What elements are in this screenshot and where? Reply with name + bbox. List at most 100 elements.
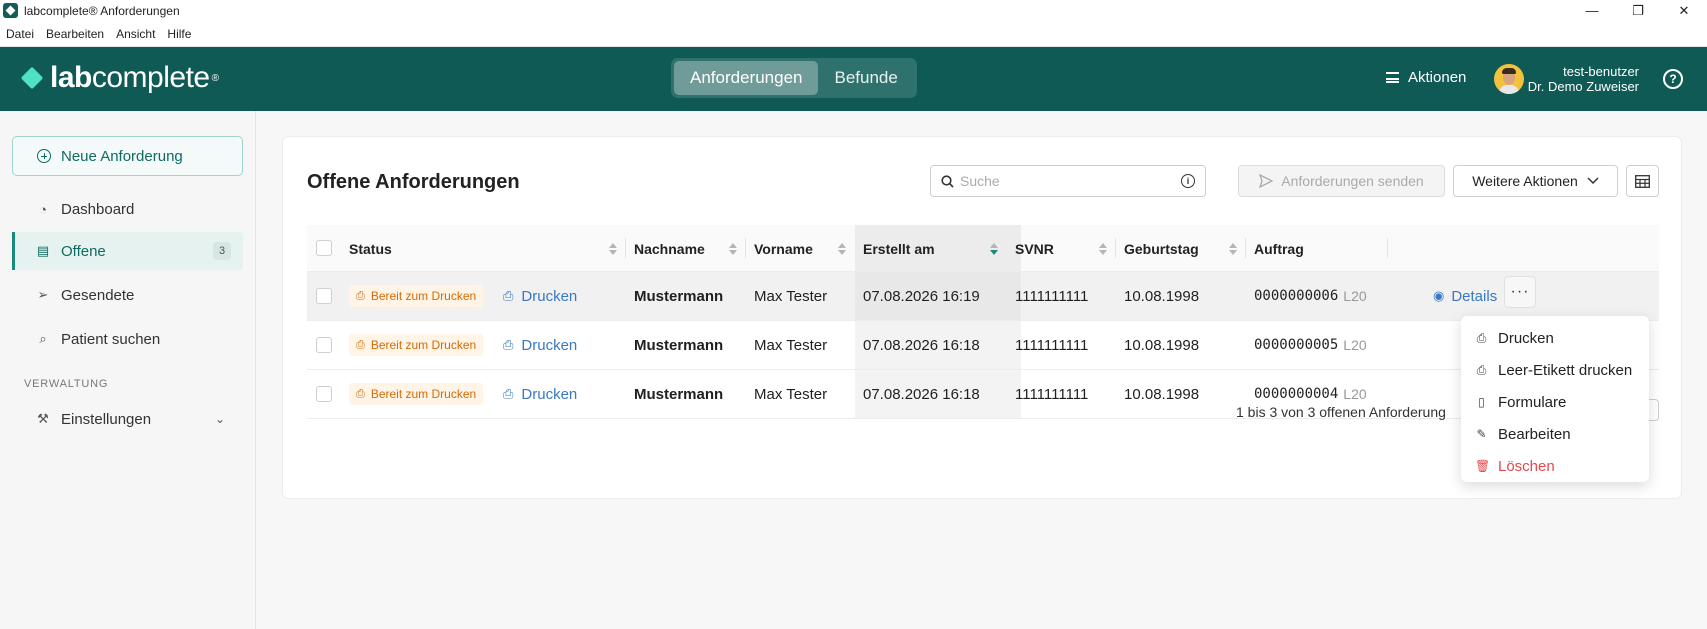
avatar[interactable] <box>1494 64 1524 94</box>
menu-bearbeiten[interactable]: Bearbeiten <box>40 27 110 41</box>
menu-hilfe[interactable]: Hilfe <box>161 27 197 41</box>
cell-svnr: 1111111111 <box>1015 336 1089 354</box>
menu-datei[interactable]: Datei <box>0 27 40 41</box>
sidebar-item-label: Patient suchen <box>61 330 161 348</box>
trash-icon: 🗑 <box>1475 459 1491 473</box>
column-status[interactable]: Status <box>349 225 392 272</box>
cell-nachname: Mustermann <box>634 287 724 305</box>
print-link[interactable]: ⎙ Drucken <box>503 386 577 403</box>
sort-icon[interactable] <box>1099 243 1107 255</box>
table-header: Status Nachname Vorname Erstellt am SVNR… <box>307 225 1659 272</box>
send-requests-button[interactable]: Anforderungen senden <box>1238 165 1445 197</box>
select-all-checkbox[interactable] <box>316 240 332 256</box>
cell-erstellt: 07.08.2026 16:18 <box>863 336 980 354</box>
printer-icon: ⎙ <box>503 337 514 352</box>
app-icon <box>3 3 18 18</box>
close-button[interactable]: ✕ <box>1661 0 1707 21</box>
cell-tag: L20 <box>1343 386 1367 402</box>
sidebar-item-label: Gesendete <box>61 286 135 304</box>
chevron-down-icon: ⌄ <box>214 412 225 426</box>
printer-icon: ⎙ <box>356 387 365 400</box>
printer-icon: ⎙ <box>356 338 365 351</box>
sidebar-item-dashboard[interactable]: ◔ Dashboard <box>12 190 243 228</box>
printer-icon: ⎙ <box>1476 330 1487 345</box>
status-badge: ⎙ Bereit zum Drucken <box>349 285 484 307</box>
row-checkbox[interactable] <box>316 386 332 402</box>
actions-menu-button[interactable]: Aktionen <box>1386 69 1466 86</box>
eye-icon: ◉ <box>1433 288 1445 303</box>
sort-desc-icon[interactable] <box>990 243 998 255</box>
chevron-down-icon <box>1587 177 1599 185</box>
sidebar-item-einstellungen[interactable]: ⚒ Einstellungen ⌄ <box>12 400 243 438</box>
row-context-menu: ⎙ Drucken ⎙ Leer-Etikett drucken ▯ Formu… <box>1461 316 1649 482</box>
menu-item-formulare[interactable]: ▯ Formulare <box>1461 386 1649 418</box>
tab-befunde[interactable]: Befunde <box>818 61 913 95</box>
minimize-button[interactable]: — <box>1569 0 1615 21</box>
sort-icon[interactable] <box>838 243 846 255</box>
column-vorname[interactable]: Vorname <box>754 225 813 272</box>
sort-icon[interactable] <box>1229 243 1237 255</box>
sidebar-item-label: Offene <box>61 242 106 260</box>
sort-icon[interactable] <box>729 243 737 255</box>
menu-bar: Datei Bearbeiten Ansicht Hilfe <box>0 21 1707 47</box>
help-icon[interactable]: ? <box>1663 69 1683 89</box>
table-row[interactable]: ⎙ Bereit zum Drucken ⎙ Drucken Mustermann … <box>307 321 1659 370</box>
cell-nachname: Mustermann <box>634 385 724 403</box>
status-badge: ⎙ Bereit zum Drucken <box>349 383 484 405</box>
status-badge: ⎙ Bereit zum Drucken <box>349 334 484 356</box>
clipboard-icon: ▤ <box>36 243 50 258</box>
table-row[interactable]: ⎙ Bereit zum Drucken ⎙ Drucken Mustermann … <box>307 272 1659 321</box>
logo-mark: ® <box>211 72 219 84</box>
cell-tag: L20 <box>1343 288 1367 304</box>
menu-item-loeschen[interactable]: 🗑 Löschen <box>1461 450 1649 482</box>
sidebar-item-patient-suchen[interactable]: ⌕ Patient suchen <box>12 320 243 358</box>
print-link[interactable]: ⎙ Drucken <box>503 288 577 305</box>
restore-button[interactable]: ❐ <box>1615 0 1661 21</box>
details-link[interactable]: ◉ Details <box>1433 288 1497 305</box>
plus-circle-icon <box>37 149 51 163</box>
active-indicator <box>12 232 15 270</box>
dashboard-icon: ◔ <box>39 201 47 217</box>
document-icon: ▯ <box>1478 395 1485 409</box>
user-info[interactable]: test-benutzer Dr. Demo Zuweiser <box>1528 64 1639 94</box>
table-row[interactable]: ⎙ Bereit zum Drucken ⎙ Drucken Mustermann … <box>307 370 1659 419</box>
cell-tag: L20 <box>1343 337 1367 353</box>
cell-auftrag: 0000000005 <box>1254 337 1339 353</box>
menu-item-bearbeiten[interactable]: ✎ Bearbeiten <box>1461 418 1649 450</box>
column-geburtstag[interactable]: Geburtstag <box>1124 225 1199 272</box>
cell-geburtstag: 10.08.1998 <box>1124 336 1200 354</box>
column-svnr[interactable]: SVNR <box>1015 225 1054 272</box>
new-request-button[interactable]: Neue Anforderung <box>12 136 243 176</box>
search-input[interactable] <box>960 173 1180 189</box>
row-checkbox[interactable] <box>316 288 332 304</box>
cell-nachname: Mustermann <box>634 336 724 354</box>
more-options-button[interactable]: ··· <box>1504 276 1536 308</box>
sidebar-item-gesendete[interactable]: ➢ Gesendete <box>12 276 243 314</box>
menu-item-drucken[interactable]: ⎙ Drucken <box>1461 322 1649 354</box>
sidebar: Neue Anforderung ◔ Dashboard ▤ Offene 3 … <box>0 111 256 629</box>
column-nachname[interactable]: Nachname <box>634 225 705 272</box>
search-field[interactable]: i <box>930 165 1206 197</box>
cell-erstellt: 07.08.2026 16:18 <box>863 385 980 403</box>
menu-ansicht[interactable]: Ansicht <box>110 27 161 41</box>
more-actions-button[interactable]: Weitere Aktionen <box>1453 165 1618 197</box>
info-icon[interactable]: i <box>1181 174 1195 188</box>
tab-anforderungen[interactable]: Anforderungen <box>674 61 819 95</box>
cell-auftrag: 0000000006 <box>1254 288 1339 304</box>
section-label: VERWALTUNG <box>24 378 109 390</box>
cell-vorname: Max Tester <box>754 287 828 305</box>
print-link[interactable]: ⎙ Drucken <box>503 337 577 354</box>
pencil-icon: ✎ <box>1476 427 1487 441</box>
logo-bold: lab <box>50 61 92 94</box>
menu-item-leer-etikett[interactable]: ⎙ Leer-Etikett drucken <box>1461 354 1649 386</box>
column-auftrag[interactable]: Auftrag <box>1254 225 1304 272</box>
row-checkbox[interactable] <box>316 337 332 353</box>
app-logo[interactable]: lab complete ® <box>20 61 219 95</box>
sidebar-item-label: Einstellungen <box>61 410 152 428</box>
sidebar-item-offene[interactable]: ▤ Offene 3 <box>12 232 243 270</box>
table-icon <box>1635 174 1650 188</box>
sort-icon[interactable] <box>609 243 617 255</box>
table-view-button[interactable] <box>1626 165 1659 197</box>
search-icon: ⌕ <box>39 331 47 346</box>
logo-text: complete <box>91 61 210 94</box>
